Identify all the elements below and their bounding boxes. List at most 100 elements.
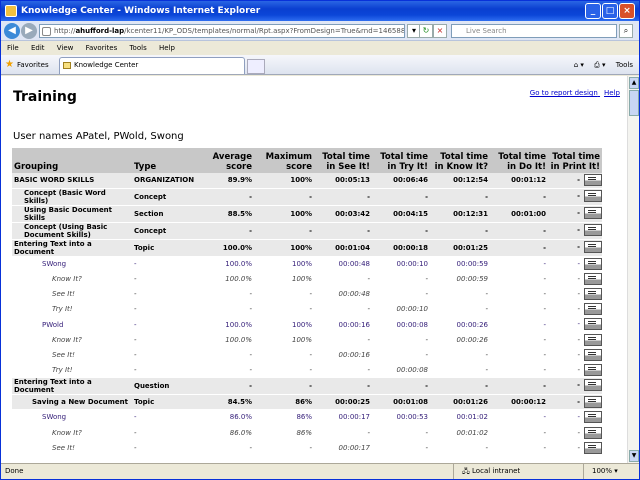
table-cell: - bbox=[548, 316, 602, 333]
menu-tools[interactable]: Tools bbox=[129, 44, 146, 52]
print-it-icon[interactable] bbox=[584, 223, 602, 236]
back-button[interactable]: ◀ bbox=[4, 23, 20, 39]
tab-knowledge-center[interactable]: Knowledge Center bbox=[59, 57, 245, 74]
menu-favorites[interactable]: Favorites bbox=[86, 44, 118, 52]
zone-label: Local intranet bbox=[472, 467, 521, 475]
cell-value: - bbox=[249, 305, 252, 314]
table-cell: - bbox=[314, 188, 372, 206]
cell-value: - bbox=[543, 192, 546, 201]
table-cell: 86% bbox=[254, 394, 314, 411]
column-header: Total time in Know It? bbox=[430, 148, 490, 173]
close-button[interactable]: × bbox=[619, 3, 635, 19]
print-it-icon[interactable] bbox=[584, 379, 602, 392]
table-cell: - bbox=[372, 425, 430, 441]
grouping-cell: See It! bbox=[12, 347, 132, 364]
print-it-icon[interactable] bbox=[584, 441, 602, 454]
menu-help[interactable]: Help bbox=[159, 44, 175, 52]
address-bar[interactable]: http://ahufford-lap/kcenter11/KP_ODS/tem… bbox=[39, 24, 405, 38]
go-to-report-design-link[interactable]: Go to report design bbox=[530, 89, 598, 97]
tools-menu[interactable]: Tools bbox=[616, 61, 633, 69]
cell-value: - bbox=[249, 350, 252, 359]
cell-value: - bbox=[577, 381, 580, 390]
stop-icon[interactable]: × bbox=[433, 24, 447, 38]
cell-value: - bbox=[543, 274, 546, 283]
minimize-button[interactable]: _ bbox=[585, 3, 601, 19]
cell-value: 00:01:25 bbox=[453, 243, 488, 252]
print-it-icon[interactable] bbox=[584, 272, 602, 285]
print-it-icon[interactable] bbox=[584, 174, 602, 186]
search-input[interactable]: Live Search bbox=[451, 24, 617, 38]
search-icon[interactable]: ⌕ bbox=[619, 24, 633, 38]
table-cell: 00:00:12 bbox=[490, 394, 548, 411]
cell-value: 00:00:48 bbox=[338, 290, 370, 299]
print-it-icon[interactable] bbox=[584, 411, 602, 424]
cell-value: - bbox=[577, 290, 580, 299]
table-row: See It! - - - 00:00:16 - - - - bbox=[12, 347, 602, 364]
print-it-icon[interactable] bbox=[584, 288, 602, 301]
home-icon[interactable]: ⌂ ▾ bbox=[574, 61, 584, 69]
print-it-icon[interactable] bbox=[584, 364, 602, 376]
table-cell: - bbox=[254, 347, 314, 364]
menu-file[interactable]: File bbox=[7, 44, 19, 52]
print-it-icon[interactable] bbox=[584, 303, 602, 316]
print-it-icon[interactable] bbox=[584, 189, 602, 202]
print-it-icon[interactable] bbox=[584, 206, 602, 219]
zoom-control[interactable]: 100% ▾ bbox=[583, 464, 618, 479]
maximize-button[interactable]: □ bbox=[602, 3, 618, 19]
table-row: See It! - - - 00:00:17 - - - - bbox=[12, 440, 602, 456]
cell-value: - bbox=[425, 428, 428, 437]
table-cell: - bbox=[196, 286, 254, 303]
print-it-icon[interactable] bbox=[584, 257, 602, 270]
table-cell: 100.0% bbox=[196, 239, 254, 257]
cell-value: 00:00:17 bbox=[338, 443, 370, 452]
grouping-cell: SWong bbox=[12, 409, 132, 426]
cell-value: 100% bbox=[290, 209, 312, 218]
print-it-icon[interactable] bbox=[584, 348, 602, 361]
star-icon: ★ bbox=[5, 59, 14, 70]
cell-value: See It! bbox=[52, 443, 75, 452]
cell-value: - bbox=[134, 259, 137, 268]
new-tab-button[interactable] bbox=[247, 59, 265, 74]
table-cell: 00:00:26 bbox=[430, 332, 490, 348]
table-cell: - bbox=[490, 222, 548, 240]
cell-value: 89.9% bbox=[227, 176, 252, 185]
refresh-icon[interactable]: ↻ bbox=[419, 24, 433, 38]
table-cell: Concept bbox=[132, 188, 196, 206]
scroll-thumb[interactable] bbox=[629, 90, 639, 116]
table-cell: - bbox=[314, 377, 372, 396]
cell-value: - bbox=[425, 335, 428, 344]
table-cell: 00:00:53 bbox=[372, 409, 430, 426]
help-link[interactable]: Help bbox=[604, 89, 620, 97]
address-toolbar: ◀ ▶ http://ahufford-lap/kcenter11/KP_ODS… bbox=[1, 21, 639, 41]
print-it-icon[interactable] bbox=[584, 318, 602, 331]
favorites-button[interactable]: ★ Favorites bbox=[5, 58, 49, 72]
cell-value: - bbox=[577, 305, 580, 314]
cell-value: - bbox=[134, 290, 137, 299]
cell-value: - bbox=[577, 413, 580, 422]
table-cell: - bbox=[132, 440, 196, 456]
print-icon[interactable]: ⎙ ▾ bbox=[594, 61, 605, 69]
cell-value: 00:01:04 bbox=[335, 243, 370, 252]
menu-view[interactable]: View bbox=[57, 44, 74, 52]
forward-button[interactable]: ▶ bbox=[21, 23, 37, 39]
scroll-up-icon[interactable]: ▲ bbox=[629, 77, 639, 89]
scroll-down-icon[interactable]: ▼ bbox=[629, 450, 639, 462]
cell-value: 00:00:26 bbox=[456, 335, 488, 344]
cell-value: - bbox=[309, 305, 312, 314]
print-it-icon[interactable] bbox=[584, 333, 602, 346]
vertical-scrollbar[interactable]: ▲ ▼ bbox=[627, 76, 639, 463]
print-it-icon[interactable] bbox=[584, 240, 602, 253]
table-cell: - bbox=[372, 377, 430, 396]
cell-value: 00:01:02 bbox=[456, 413, 488, 422]
table-cell: - bbox=[132, 286, 196, 303]
print-it-icon[interactable] bbox=[584, 396, 602, 409]
cell-value: - bbox=[249, 366, 252, 375]
cell-value: 100.0% bbox=[225, 259, 252, 268]
column-header: Total time in Try It! bbox=[372, 148, 430, 173]
table-cell: - bbox=[132, 425, 196, 441]
cell-value: - bbox=[485, 350, 488, 359]
menu-edit[interactable]: Edit bbox=[31, 44, 45, 52]
print-it-icon[interactable] bbox=[584, 426, 602, 439]
tab-page-icon bbox=[63, 62, 71, 69]
cell-value: Entering Text into a Document bbox=[14, 239, 92, 256]
